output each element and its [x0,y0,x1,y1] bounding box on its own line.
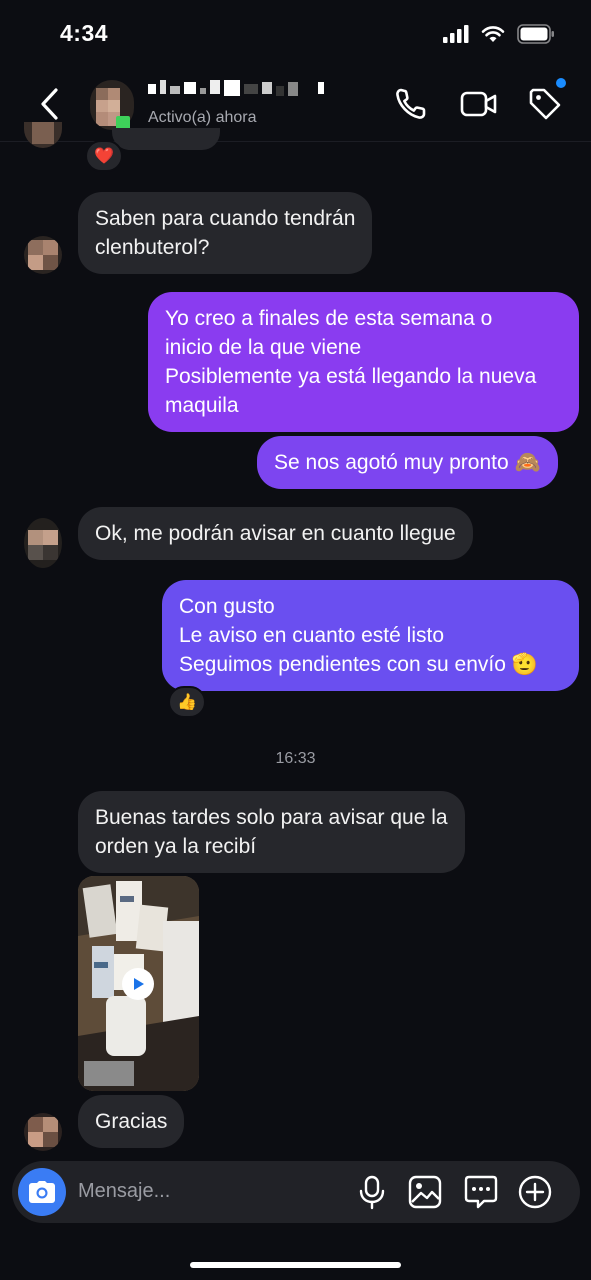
microphone-icon[interactable] [354,1174,390,1210]
notification-dot [556,78,566,88]
incoming-message[interactable]: Ok, me podrán avisar en cuanto llegue [78,507,473,560]
cellular-signal-icon [443,25,469,43]
gallery-icon[interactable] [407,1174,443,1210]
back-icon[interactable] [34,86,66,122]
message-input[interactable]: Mensaje... [78,1180,170,1203]
incoming-message[interactable]: Gracias [78,1095,185,1148]
status-bar: 4:34 [0,0,591,66]
video-message-thumbnail[interactable] [78,876,199,1091]
camera-button[interactable] [18,1168,66,1216]
home-indicator[interactable] [190,1262,401,1268]
contact-avatar-small[interactable] [24,518,62,568]
status-icons [443,24,555,44]
add-icon[interactable] [517,1174,553,1210]
chat-header: Activo(a) ahora [0,66,591,142]
contact-name-redacted[interactable] [148,78,328,104]
message-composer: Mensaje... [12,1161,580,1223]
contact-status: Activo(a) ahora [148,109,257,126]
reaction-thumbs-up[interactable]: 👍 [168,686,206,718]
contact-avatar-small[interactable] [24,236,62,274]
battery-icon [517,24,554,44]
outgoing-message[interactable]: Se nos agotó muy pronto 🙈 [257,436,558,489]
incoming-message[interactable]: Saben para cuando tendrán clenbuterol? [78,192,373,274]
phone-icon[interactable] [393,86,429,122]
outgoing-message[interactable]: Con gusto Le aviso en cuanto esté listo … [162,580,579,691]
reaction-heart[interactable]: ❤️ [85,140,123,172]
camera-icon [29,1181,55,1203]
sticker-chat-icon[interactable] [463,1174,499,1210]
previous-message-partial [112,128,220,150]
status-time: 4:34 [60,20,109,46]
incoming-message[interactable]: Buenas tardes solo para avisar que la or… [78,791,465,873]
wifi-icon [481,26,505,42]
play-icon[interactable] [122,968,154,1000]
video-call-icon[interactable] [460,86,498,122]
tag-icon[interactable] [527,86,563,122]
message-timestamp: 16:33 [275,750,316,767]
outgoing-message[interactable]: Yo creo a finales de esta semana o inici… [148,292,579,432]
contact-avatar-small [24,122,62,148]
contact-avatar-small[interactable] [24,1113,62,1151]
